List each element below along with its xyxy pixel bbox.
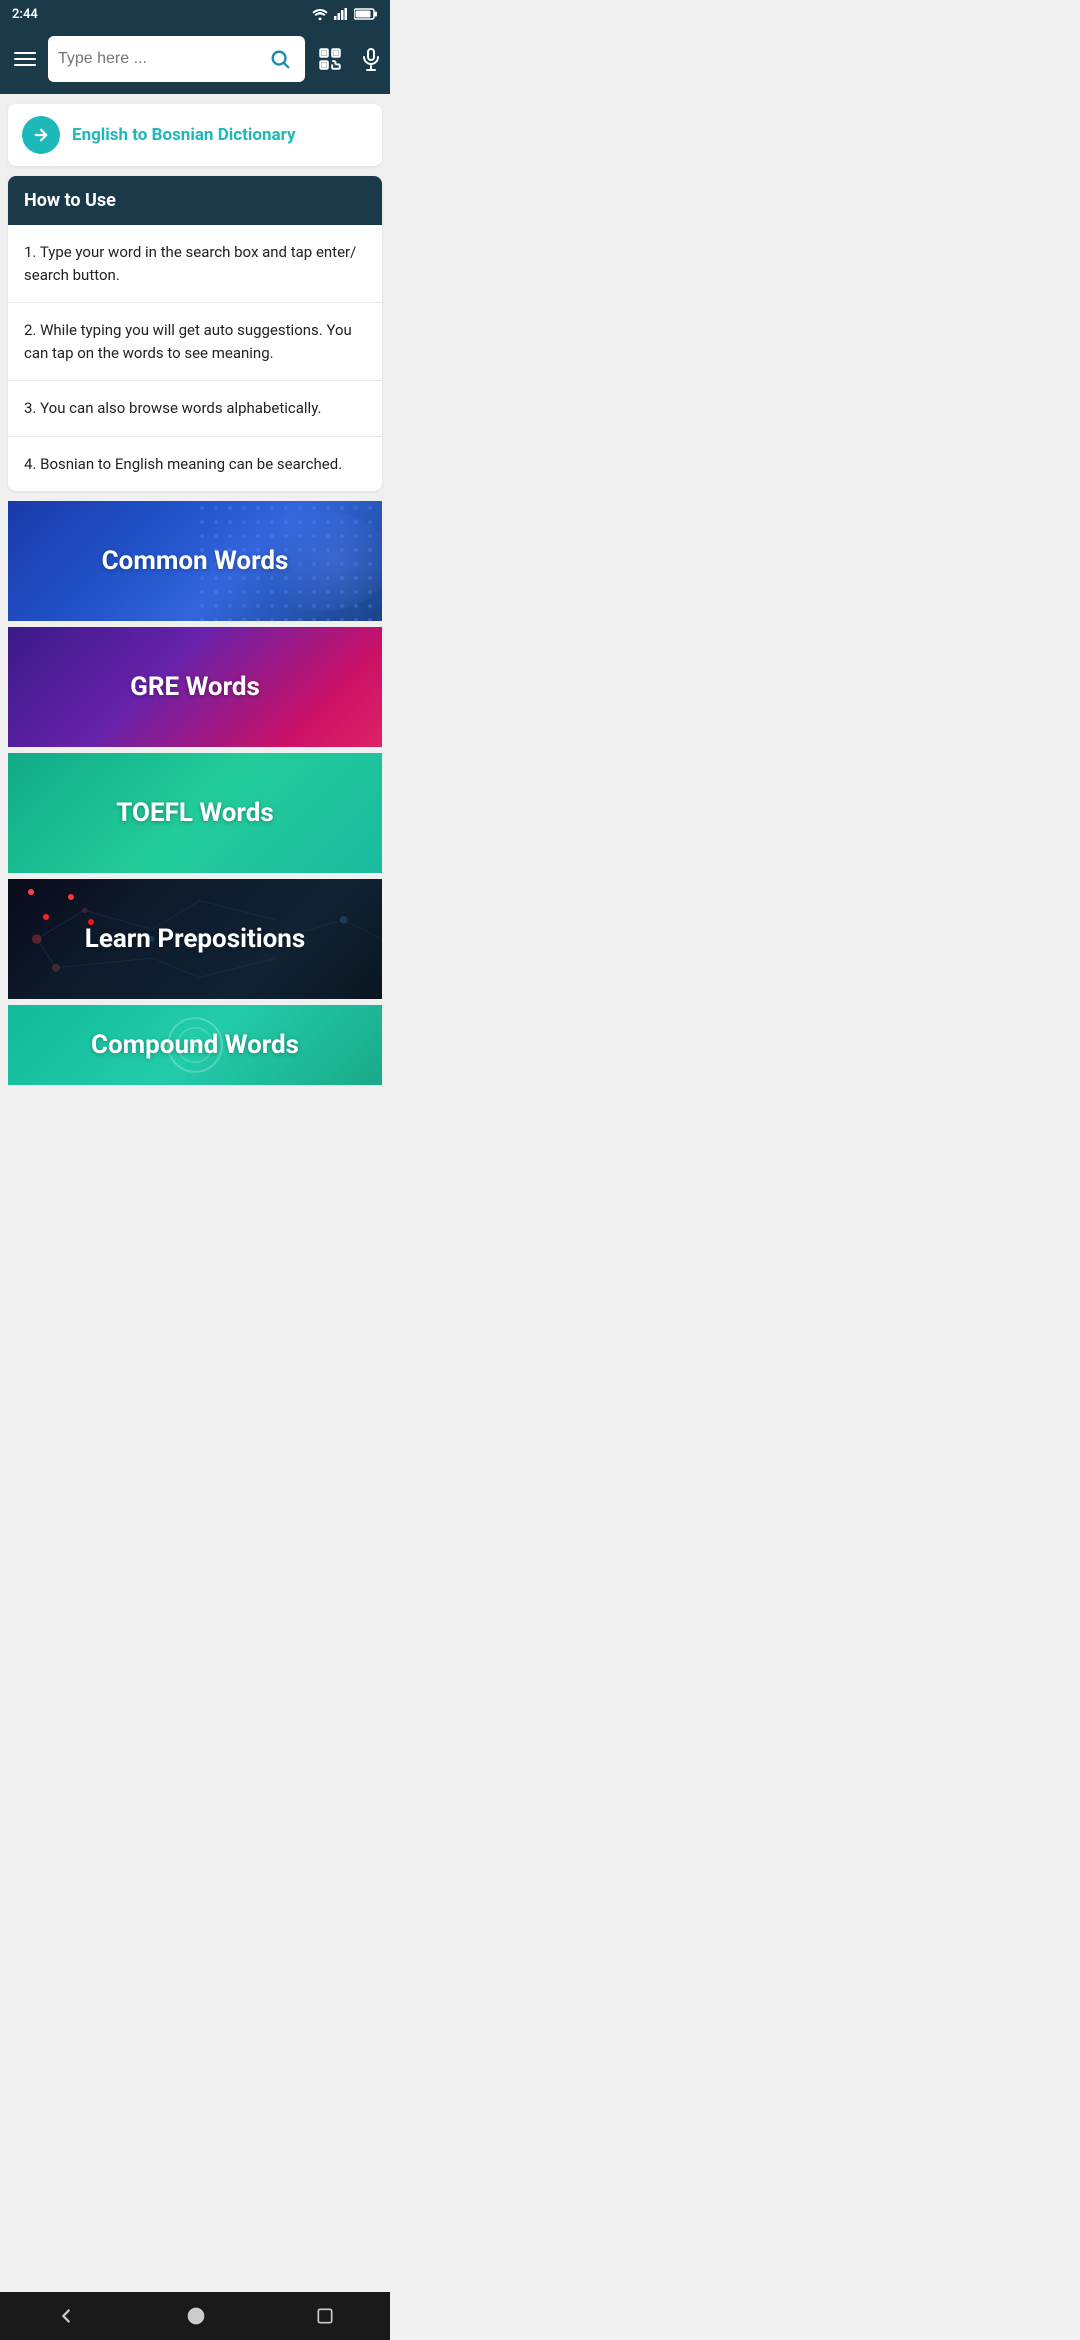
status-icons bbox=[312, 8, 378, 20]
learn-prepositions-label: Learn Prepositions bbox=[85, 924, 305, 954]
how-to-use-header: How to Use bbox=[8, 176, 382, 225]
how-to-use-body: 1. Type your word in the search box and … bbox=[8, 225, 382, 491]
common-words-banner[interactable]: Common Words bbox=[8, 501, 382, 621]
search-button[interactable] bbox=[265, 48, 295, 70]
microphone-icon bbox=[359, 47, 383, 71]
how-to-use-item-3: 3. You can also browse words alphabetica… bbox=[8, 381, 382, 437]
recent-apps-button[interactable] bbox=[291, 2298, 359, 2334]
top-bar-actions bbox=[313, 42, 387, 76]
time-display: 2:44 bbox=[12, 7, 38, 22]
search-box bbox=[48, 36, 305, 82]
arrow-circle bbox=[22, 116, 60, 154]
how-to-use-item-1: 1. Type your word in the search box and … bbox=[8, 225, 382, 303]
dictionary-title: English to Bosnian Dictionary bbox=[72, 125, 296, 145]
arrow-right-icon bbox=[32, 126, 50, 144]
home-button[interactable] bbox=[162, 2298, 230, 2334]
search-icon bbox=[269, 48, 291, 70]
compound-words-label: Compound Words bbox=[91, 1030, 299, 1060]
learn-prepositions-banner[interactable]: Learn Prepositions bbox=[8, 879, 382, 999]
wifi-icon bbox=[312, 8, 328, 20]
menu-button[interactable] bbox=[10, 48, 40, 70]
dictionary-header[interactable]: English to Bosnian Dictionary bbox=[8, 104, 382, 166]
toefl-words-label: TOEFL Words bbox=[116, 798, 273, 828]
back-icon bbox=[55, 2305, 77, 2327]
status-bar: 2:44 bbox=[0, 0, 390, 28]
how-to-use-title: How to Use bbox=[24, 190, 366, 211]
search-input[interactable] bbox=[58, 50, 265, 68]
gre-words-banner[interactable]: GRE Words bbox=[8, 627, 382, 747]
qr-icon bbox=[317, 46, 343, 72]
home-icon bbox=[186, 2306, 206, 2326]
main-content: English to Bosnian Dictionary How to Use… bbox=[0, 94, 390, 1095]
compound-words-banner[interactable]: Compound Words bbox=[8, 1005, 382, 1085]
how-to-use-item-2: 2. While typing you will get auto sugges… bbox=[8, 303, 382, 381]
battery-icon bbox=[354, 8, 378, 20]
status-time: 2:44 bbox=[12, 7, 38, 22]
bottom-navigation bbox=[0, 2292, 390, 2340]
gre-words-label: GRE Words bbox=[130, 672, 260, 702]
back-button[interactable] bbox=[31, 2297, 101, 2335]
signal-icon bbox=[334, 8, 348, 20]
toefl-words-banner[interactable]: TOEFL Words bbox=[8, 753, 382, 873]
how-to-use-card: How to Use 1. Type your word in the sear… bbox=[8, 176, 382, 491]
common-words-label: Common Words bbox=[102, 546, 289, 576]
microphone-button[interactable] bbox=[355, 43, 387, 75]
qr-scan-button[interactable] bbox=[313, 42, 347, 76]
how-to-use-item-4: 4. Bosnian to English meaning can be sea… bbox=[8, 437, 382, 492]
top-bar bbox=[0, 28, 390, 94]
recent-apps-icon bbox=[315, 2306, 335, 2326]
